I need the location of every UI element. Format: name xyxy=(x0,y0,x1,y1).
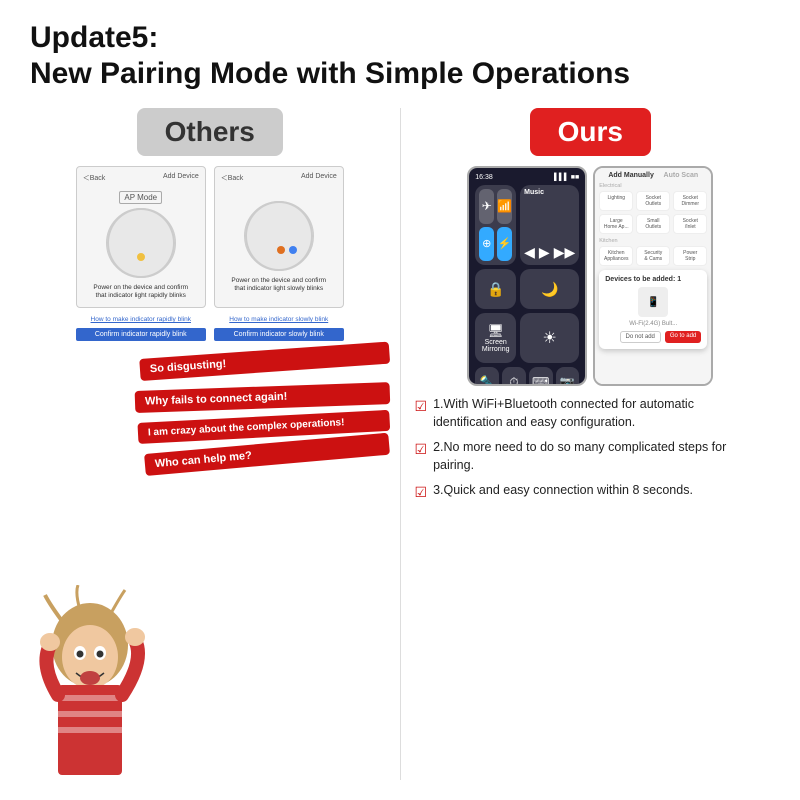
category-socket[interactable]: Socket/Inlet xyxy=(673,214,707,234)
ours-label: Ours xyxy=(530,108,651,156)
dot-yellow xyxy=(137,253,145,261)
page: Update5: New Pairing Mode with Simple Op… xyxy=(0,0,800,800)
bubble-disgusting: So disgusting! xyxy=(139,341,389,380)
tuya-kitchen-grid: KitchenAppliances Security& Cams PowerSt… xyxy=(599,246,707,266)
dnd-tile[interactable]: 🌙 xyxy=(520,269,579,309)
camera-tile[interactable]: 📷 xyxy=(556,367,580,386)
screen1-caption: Power on the device and confirmthat indi… xyxy=(83,284,199,301)
header: Update5: New Pairing Mode with Simple Op… xyxy=(30,20,770,92)
category-kitchen-a[interactable]: KitchenAppliances xyxy=(599,246,633,266)
category-power[interactable]: PowerStrip xyxy=(673,246,707,266)
brightness-tile[interactable]: ☀ xyxy=(520,313,579,363)
features-list: ☑ 1.With WiFi+Bluetooth connected for au… xyxy=(411,396,771,511)
cellular-tile[interactable]: 📶 xyxy=(497,189,512,224)
category-security[interactable]: Security& Cams xyxy=(636,246,670,266)
confirm-slow-btn[interactable]: Confirm indicator slowly blink xyxy=(214,328,344,341)
category-large-home[interactable]: LargeHome Ap... xyxy=(599,214,633,234)
connectivity-block: ✈ 📶 ⊕ ⚡ xyxy=(475,185,516,265)
music-tile[interactable]: Music ◀ ▶ ▶▶ xyxy=(520,185,579,265)
feature-2: ☑ 2.No more need to do so many complicat… xyxy=(415,439,767,474)
device-name: Wi-Fi(2.4G) Bult... xyxy=(605,321,701,327)
play-btn[interactable]: ▶ xyxy=(539,244,550,261)
feature-1: ☑ 1.With WiFi+Bluetooth connected for au… xyxy=(415,396,767,431)
tuya-header: Add Manually Auto Scan xyxy=(599,172,707,179)
wifi-tile[interactable]: ⊕ xyxy=(479,227,494,262)
cc-grid: ✈ 📶 ⊕ ⚡ Music ◀ ▶ ▶ xyxy=(475,185,579,386)
back-btn-1: ＜Back xyxy=(83,173,106,183)
title-line2: New Pairing Mode with Simple Operations xyxy=(30,57,630,90)
device-circle-2 xyxy=(244,201,314,271)
category-sensor[interactable]: SocketOutlets xyxy=(636,191,670,211)
bluetooth-tile[interactable]: ⚡ xyxy=(497,227,512,262)
tuya-device-icon: 📱 xyxy=(638,287,668,317)
airplane-tile[interactable]: ✈ xyxy=(479,189,494,224)
device-screen-rapid: ＜Back Add Device AP Mode Power on the de… xyxy=(76,166,206,308)
title-line1: Update5: xyxy=(30,21,158,54)
device-circle-1 xyxy=(106,208,176,278)
ap-mode-btn[interactable]: AP Mode xyxy=(119,191,162,204)
dot-orange xyxy=(277,246,285,254)
device-screen-slow: ＜Back Add Device Power on the device and… xyxy=(214,166,344,308)
add-manually-btn[interactable]: Add Manually xyxy=(608,172,654,179)
check-icon-1: ☑ xyxy=(415,397,428,417)
feature-text-2: 2.No more need to do so many complicated… xyxy=(433,439,766,474)
add-device-2: Add Device xyxy=(301,173,337,183)
frustrated-woman-illustration xyxy=(30,585,180,780)
back-btn-2: ＜Back xyxy=(221,173,244,183)
right-side-ours: Ours 16:38 ▌▌▌ ■■ ✈ xyxy=(401,108,771,780)
tuya-add-dialog: Devices to be added: 1 📱 Wi-Fi(2.4G) Bul… xyxy=(599,270,707,349)
category-label-electrical: Electrical xyxy=(599,183,707,189)
bubble-fails: Why fails to connect again! xyxy=(135,382,390,413)
timer-tile[interactable]: ⏱ xyxy=(502,367,526,386)
feature-text-1: 1.With WiFi+Bluetooth connected for auto… xyxy=(433,396,766,431)
portrait-lock-tile[interactable]: 🔒 xyxy=(475,269,516,309)
confirm-rapid-btn[interactable]: Confirm indicator rapidly blink xyxy=(76,328,206,341)
time-display: 16:38 xyxy=(475,174,493,181)
link-rapid[interactable]: How to make indicator rapidly blink xyxy=(76,316,206,323)
signal-battery: ▌▌▌ ■■ xyxy=(554,174,579,181)
page-title: Update5: New Pairing Mode with Simple Op… xyxy=(30,20,770,92)
comparison-container: Others ＜Back Add Device AP Mode xyxy=(30,108,770,780)
device-screenshots: ＜Back Add Device AP Mode Power on the de… xyxy=(76,166,344,308)
prev-btn[interactable]: ◀ xyxy=(524,244,535,261)
check-icon-3: ☑ xyxy=(415,483,428,503)
screen-mirror-tile[interactable]: 🖥 Screen Mirroring xyxy=(475,313,516,363)
category-lighting[interactable]: Lighting xyxy=(599,191,633,211)
dialog-title: Devices to be added: 1 xyxy=(605,276,701,283)
link-row: How to make indicator rapidly blink How … xyxy=(76,316,344,323)
dot-blue xyxy=(289,246,297,254)
screen2-caption: Power on the device and confirmthat indi… xyxy=(221,277,337,294)
others-label: Others xyxy=(137,108,283,156)
left-side-others: Others ＜Back Add Device AP Mode xyxy=(30,108,401,780)
phone-screens: 16:38 ▌▌▌ ■■ ✈ 📶 ⊕ ⚡ xyxy=(467,166,713,386)
check-icon-2: ☑ xyxy=(415,440,428,460)
category-small-home[interactable]: SmallOutlets xyxy=(636,214,670,234)
feature-3: ☑ 3.Quick and easy connection within 8 s… xyxy=(415,482,767,503)
next-btn[interactable]: ▶▶ xyxy=(554,244,576,261)
bottom-icons-row: 🔦 ⏱ ⌨ 📷 xyxy=(475,367,579,386)
tuya-app-phone: Add Manually Auto Scan Electrical Lighti… xyxy=(593,166,713,386)
go-to-add-btn[interactable]: Go to add xyxy=(665,331,701,343)
category-label-kitchen: Kitchen xyxy=(599,238,707,244)
feature-text-3: 3.Quick and easy connection within 8 sec… xyxy=(433,482,693,500)
speech-bubbles-container: So disgusting! Why fails to connect agai… xyxy=(130,359,390,480)
flashlight-tile[interactable]: 🔦 xyxy=(475,367,499,386)
frustrated-section: So disgusting! Why fails to connect agai… xyxy=(30,354,390,780)
ios-control-center-phone: 16:38 ▌▌▌ ■■ ✈ 📶 ⊕ ⚡ xyxy=(467,166,587,386)
confirm-btn-row: Confirm indicator rapidly blink Confirm … xyxy=(76,328,344,341)
add-device-1: Add Device xyxy=(163,173,199,183)
tuya-dialog-buttons: Do not add Go to add xyxy=(605,331,701,343)
category-switch[interactable]: SocketDimmer xyxy=(673,191,707,211)
link-slow[interactable]: How to make indicator slowly blink xyxy=(214,316,344,323)
do-not-add-btn[interactable]: Do not add xyxy=(620,331,661,343)
tuya-categories-grid: Lighting SocketOutlets SocketDimmer Larg… xyxy=(599,191,707,234)
auto-scan-btn[interactable]: Auto Scan xyxy=(664,172,699,179)
calc-tile[interactable]: ⌨ xyxy=(529,367,553,386)
